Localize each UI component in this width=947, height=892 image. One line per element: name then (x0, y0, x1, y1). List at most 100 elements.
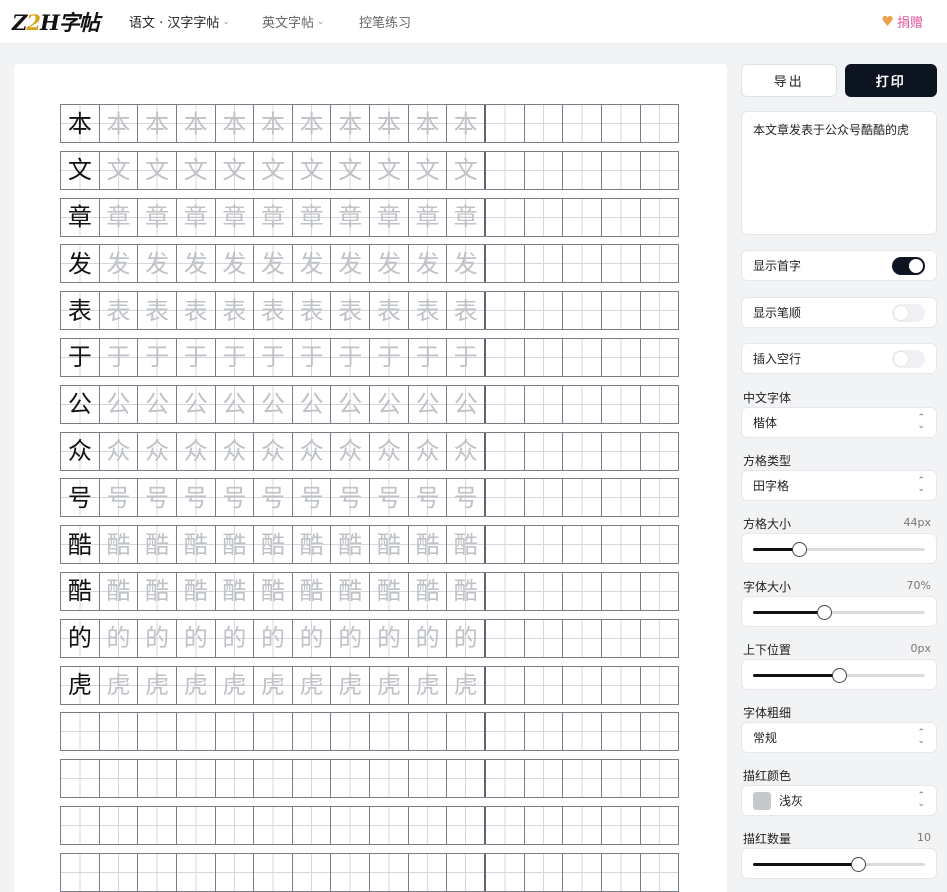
trace-character: 酷 (338, 577, 363, 606)
logo[interactable]: Z2H字帖 (12, 7, 100, 37)
grid-cell (254, 760, 293, 798)
grid-cell: 的 (408, 619, 448, 657)
grid-cell: 酷 (254, 526, 293, 564)
trace-character: 文 (453, 156, 478, 185)
slider-thumb[interactable] (816, 605, 832, 620)
grid-row (60, 712, 680, 752)
grid-cell (563, 105, 602, 142)
grid-cell: 章 (447, 198, 487, 236)
export-button[interactable]: 导出 (741, 64, 837, 97)
trace-character: 的 (299, 624, 324, 653)
updown-icon: ⌃ ⌄ (917, 413, 925, 431)
grid-cell: 公 (408, 385, 448, 423)
grid-cell: 酷 (331, 572, 371, 610)
grid-cell: 表 (447, 292, 487, 330)
grid-cell (99, 806, 139, 844)
nav-chinese-copybook[interactable]: 语文 · 汉字字帖 ⌄ (129, 12, 230, 31)
trace-color-label: 描红颜色 (743, 769, 792, 783)
grid-cell (138, 760, 177, 798)
practice-text-input[interactable]: 本文章发表于公众号酷酷的虎 (741, 111, 937, 235)
grid-cell: 表 (215, 292, 255, 330)
font-size-label: 字体大小 (743, 580, 792, 594)
grid-cell (331, 853, 371, 891)
toggle-show-first-char: 显示首字 (741, 250, 937, 281)
grid-cell (524, 760, 564, 798)
trace-character: 文 (261, 156, 286, 185)
grid-cell (99, 713, 139, 751)
chevron-down-icon: ⌄ (317, 16, 325, 27)
trace-character: 众 (145, 437, 170, 466)
trace-character: 酷 (145, 530, 170, 559)
trace-character: 文 (338, 156, 363, 185)
show-first-char-switch[interactable] (892, 256, 925, 275)
grid-cell (640, 713, 680, 751)
nav-pen-control[interactable]: 控笔练习 (359, 12, 411, 31)
grid-type-select[interactable]: 田字格 ⌃ ⌄ (741, 470, 937, 501)
grid-row: 号号号号号号号号号号号 (60, 478, 680, 518)
trace-color-select[interactable]: 浅灰 ⌃ ⌄ (741, 785, 937, 816)
grid-cell (176, 853, 216, 891)
trace-character: 众 (222, 437, 247, 466)
grid-cell (601, 760, 641, 798)
trace-character: 公 (183, 390, 208, 419)
grid-cell (563, 619, 602, 657)
grid-cell: 章 (254, 198, 293, 236)
trace-character: 本 (261, 109, 286, 138)
grid-cell: 章 (370, 198, 409, 236)
grid-cell (563, 526, 602, 564)
grid-cell (486, 526, 525, 564)
trace-character: 酷 (261, 530, 286, 559)
trace-character: 虎 (222, 671, 247, 700)
grid-cell: 虎 (331, 666, 371, 704)
trace-character: 酷 (453, 577, 478, 606)
grid-cell (486, 572, 525, 610)
model-character: 酷 (67, 577, 92, 606)
slider-thumb[interactable] (792, 542, 808, 557)
slider-thumb[interactable] (850, 857, 866, 872)
show-stroke-order-switch[interactable] (892, 303, 925, 322)
grid-size-slider[interactable] (741, 533, 937, 564)
grid-cell: 文 (331, 151, 371, 189)
grid-cell: 酷 (61, 572, 100, 610)
slider-thumb[interactable] (832, 668, 847, 683)
grid-cell: 文 (254, 151, 293, 189)
grid-cell: 发 (254, 245, 293, 283)
trace-count-slider[interactable] (741, 848, 937, 879)
trace-character: 酷 (376, 577, 401, 606)
donate-link[interactable]: ♥ 捐赠 (881, 12, 923, 32)
insert-blank-row-switch[interactable] (892, 349, 925, 368)
trace-character: 公 (299, 390, 324, 419)
vertical-position-slider[interactable] (741, 659, 937, 690)
grid-cell (601, 385, 641, 423)
grid-cell: 表 (61, 292, 100, 330)
grid-cell: 酷 (138, 526, 177, 564)
grid-cell: 表 (408, 292, 448, 330)
trace-character: 本 (145, 109, 170, 138)
grid-cell: 虎 (138, 666, 177, 704)
grid-cell: 公 (370, 385, 409, 423)
grid-cell: 文 (176, 151, 216, 189)
trace-character: 酷 (338, 530, 363, 559)
grid-cell (138, 853, 177, 891)
grid-cell (563, 572, 602, 610)
font-family-select[interactable]: 楷体 ⌃ ⌄ (741, 407, 937, 438)
grid-cell: 酷 (408, 572, 448, 610)
grid-cell (601, 105, 641, 142)
grid-cell: 酷 (292, 572, 332, 610)
grid-row (60, 759, 680, 799)
grid-cell (61, 806, 100, 844)
print-button[interactable]: 打印 (844, 64, 937, 97)
grid-row: 表表表表表表表表表表表 (60, 291, 680, 331)
grid-cell: 酷 (215, 526, 255, 564)
font-weight-select[interactable]: 常规 ⌃ ⌄ (741, 722, 937, 753)
grid-cell (486, 479, 525, 517)
grid-cell (563, 198, 602, 236)
grid-row: 本本本本本本本本本本本 (60, 104, 680, 143)
grid-row: 酷酷酷酷酷酷酷酷酷酷酷 (60, 525, 680, 565)
grid-cell (563, 432, 602, 470)
trace-character: 酷 (415, 530, 440, 559)
trace-character: 酷 (222, 577, 247, 606)
grid-cell (99, 853, 139, 891)
font-size-slider[interactable] (741, 596, 937, 627)
nav-english-copybook[interactable]: 英文字帖 ⌄ (262, 12, 325, 31)
